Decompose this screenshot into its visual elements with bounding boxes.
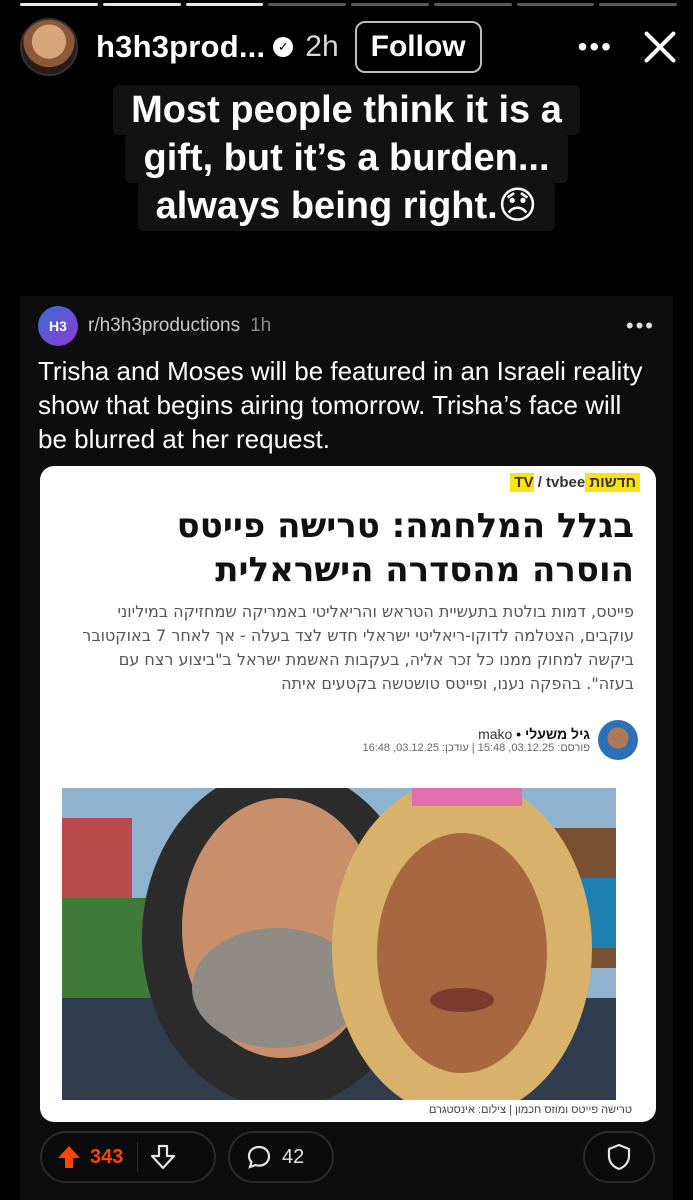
article-source: חדשות TV / tvbee: [510, 473, 640, 492]
progress-segment: [185, 3, 264, 6]
progress-segment: [516, 3, 595, 6]
comment-bubble-icon: [247, 1145, 271, 1169]
progress-segment: [20, 3, 98, 6]
post-header: H3 r/h3h3productions 1h •••: [38, 306, 655, 346]
author-name: גיל משעלי • mako: [478, 726, 590, 742]
caption-line: Most people think it is a: [113, 85, 580, 135]
article-photo: [62, 788, 616, 1100]
article-byline: גיל משעלי • mako פורסם: 03.12.25, 15:48 …: [78, 718, 638, 762]
author-avatar: [598, 720, 638, 760]
article-dates: פורסם: 03.12.25, 15:48 | עודכן: 03.12.25…: [362, 742, 590, 754]
progress-segment: [433, 3, 512, 6]
progress-segment: [351, 3, 429, 6]
story-progress: [20, 3, 677, 6]
downvote-arrow-icon[interactable]: [150, 1144, 176, 1170]
post-actions: 343 42: [40, 1131, 655, 1183]
progress-segment: [268, 3, 346, 6]
post-title[interactable]: Trisha and Moses will be featured in an …: [38, 354, 655, 456]
upvote-arrow-icon[interactable]: [56, 1144, 82, 1170]
article-headline: בגלל המלחמה: טרישה פייטס הוסרה מהסדרה הי…: [176, 506, 634, 590]
username[interactable]: h3h3prod...: [96, 29, 265, 65]
vote-divider: [137, 1142, 139, 1172]
more-options-icon[interactable]: •••: [578, 31, 613, 63]
comment-count: 42: [282, 1145, 305, 1168]
upvote-count: 343: [90, 1145, 124, 1168]
photo-caption: טרישה פייטס ומוזס חכמון | צילום: אינסטגר…: [429, 1104, 632, 1116]
subreddit-icon[interactable]: H3: [38, 306, 78, 346]
verified-badge-icon: ✓: [273, 37, 294, 57]
article-screenshot[interactable]: חדשות TV / tvbee בגלל המלחמה: טרישה פייט…: [40, 466, 656, 1122]
post-more-icon[interactable]: •••: [626, 313, 655, 339]
vote-control: 343: [40, 1131, 216, 1183]
comments-button[interactable]: 42: [228, 1131, 334, 1183]
shield-icon: [607, 1143, 631, 1171]
close-icon[interactable]: [641, 28, 679, 66]
reddit-post-card[interactable]: H3 r/h3h3productions 1h ••• Trisha and M…: [20, 296, 673, 1200]
post-time: 1h: [250, 315, 272, 336]
follow-button[interactable]: Follow: [354, 21, 482, 73]
story-header: h3h3prod... ✓ 2h Follow •••: [20, 16, 679, 78]
mod-shield-button[interactable]: [583, 1131, 655, 1183]
source-name: tvbee: [546, 474, 586, 491]
story-time: 2h: [305, 30, 339, 63]
caption-line: gift, but it’s a burden...: [125, 133, 568, 183]
progress-segment: [102, 3, 181, 6]
avatar[interactable]: [20, 18, 78, 76]
progress-segment: [599, 3, 677, 6]
story-caption: Most people think it is a gift, but it’s…: [68, 85, 625, 231]
couple-photo-image: [62, 788, 616, 1100]
article-lead: פייטס, דמות בולטת בתעשיית הטראש והריאליט…: [82, 602, 634, 693]
caption-line: always being right.😞: [137, 181, 556, 231]
subreddit-name[interactable]: r/h3h3productions: [88, 315, 240, 337]
